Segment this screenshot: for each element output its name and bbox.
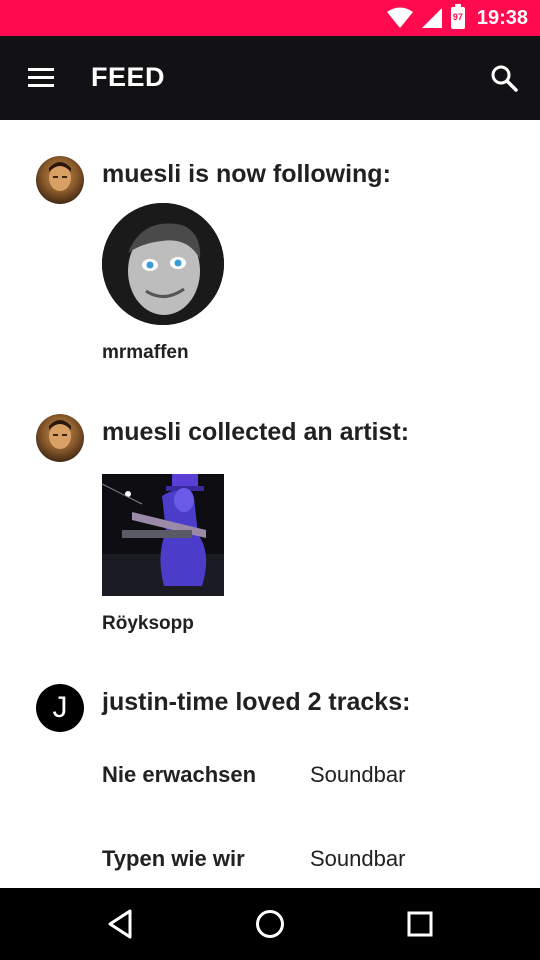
cell-signal-icon xyxy=(421,8,442,28)
search-icon[interactable] xyxy=(490,64,518,92)
feed-item-title: justin-time loved 2 tracks: xyxy=(102,688,411,716)
feed-item-title: muesli is now following: xyxy=(102,160,391,188)
app-toolbar: FEED xyxy=(0,36,540,120)
menu-icon[interactable] xyxy=(26,66,56,90)
track-name[interactable]: Nie erwachsen xyxy=(102,762,256,788)
activity-feed[interactable]: muesli is now following: mrmaffen muesli… xyxy=(0,120,540,888)
user-avatar[interactable] xyxy=(36,414,84,462)
status-bar: 97 19:38 xyxy=(0,0,540,36)
followed-user-photo-icon xyxy=(102,203,224,325)
followed-user-avatar[interactable] xyxy=(102,203,224,325)
feed-item-following[interactable]: muesli is now following: mrmaffen xyxy=(0,120,540,378)
battery-icon: 97 xyxy=(450,4,465,29)
artist-photo-icon xyxy=(102,474,224,596)
track-source: Soundbar xyxy=(310,846,406,871)
back-icon[interactable] xyxy=(102,906,138,942)
feed-item-loved-tracks[interactable]: J justin-time loved 2 tracks: Nie erwach… xyxy=(0,648,540,888)
feed-item-collected-artist[interactable]: muesli collected an artist: Röyksopp xyxy=(0,378,540,648)
status-time: 19:38 xyxy=(476,6,528,29)
user-avatar[interactable] xyxy=(36,156,84,204)
artist-image[interactable] xyxy=(102,474,224,596)
battery-level: 97 xyxy=(452,12,463,22)
user-avatar[interactable]: J xyxy=(36,684,84,732)
track-name[interactable]: Typen wie wir xyxy=(102,846,245,872)
page-title: FEED xyxy=(91,62,166,92)
feed-item-title: muesli collected an artist: xyxy=(102,418,410,446)
system-nav-bar xyxy=(0,888,540,960)
home-icon[interactable] xyxy=(252,906,288,942)
avatar-photo-icon xyxy=(49,162,71,191)
followed-user-name[interactable]: mrmaffen xyxy=(102,342,189,364)
avatar-photo-icon xyxy=(49,420,71,449)
wifi-icon xyxy=(386,7,413,28)
recents-icon[interactable] xyxy=(402,906,438,942)
status-icons: 97 19:38 xyxy=(386,0,528,36)
track-source: Soundbar xyxy=(310,762,406,787)
artist-name[interactable]: Röyksopp xyxy=(102,613,194,635)
